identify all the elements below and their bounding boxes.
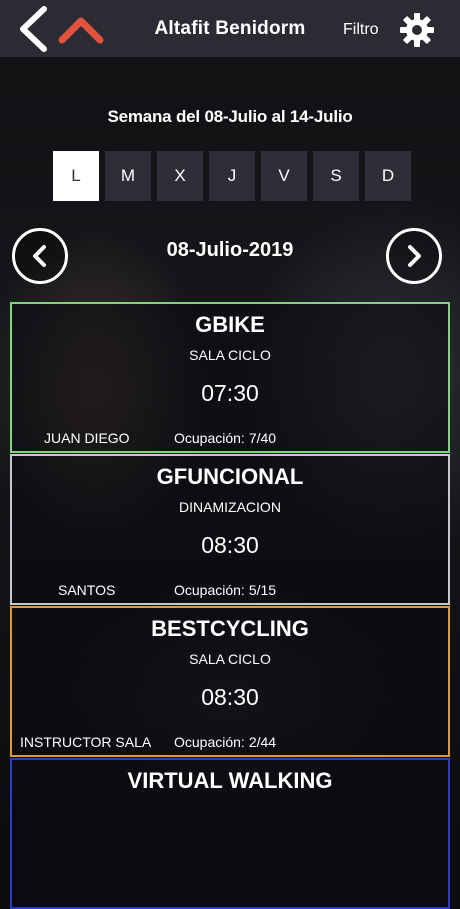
class-occupancy: Ocupación: 7/40 bbox=[174, 430, 276, 446]
class-card[interactable]: VIRTUAL WALKING bbox=[10, 758, 450, 909]
class-room: SALA CICLO bbox=[189, 651, 271, 667]
occupancy-value: 7/40 bbox=[248, 430, 277, 446]
class-time: 08:30 bbox=[201, 684, 259, 710]
class-room: SALA CICLO bbox=[189, 347, 271, 363]
class-time: 08:30 bbox=[201, 532, 259, 558]
next-day-button[interactable] bbox=[386, 228, 442, 284]
day-tab-l[interactable]: L bbox=[53, 151, 99, 201]
class-room: DINAMIZACION bbox=[179, 499, 281, 515]
class-name: GFUNCIONAL bbox=[156, 464, 304, 489]
current-date: 08-Julio-2019 bbox=[166, 239, 294, 261]
settings-button[interactable] bbox=[398, 11, 436, 49]
class-card[interactable]: GBIKE SALA CICLO 07:30 JUAN DIEGO Ocupac… bbox=[10, 302, 450, 453]
top-bar: Altafit Benidorm Filtro bbox=[0, 0, 460, 57]
class-instructor: SANTOS bbox=[58, 582, 116, 598]
gear-icon bbox=[400, 13, 434, 47]
occupancy-label: Ocupación: bbox=[174, 734, 245, 750]
day-tab-v[interactable]: V bbox=[261, 151, 307, 201]
class-instructor: JUAN DIEGO bbox=[44, 430, 130, 446]
gym-title: Altafit Benidorm bbox=[154, 18, 306, 39]
previous-day-button[interactable] bbox=[12, 228, 68, 284]
chevron-right-circle-icon bbox=[408, 245, 421, 267]
occupancy-label: Ocupación: bbox=[174, 582, 245, 598]
chevron-left-circle-icon bbox=[33, 245, 46, 267]
occupancy-value: 2/44 bbox=[248, 734, 277, 750]
occupancy-label: Ocupación: bbox=[174, 430, 245, 446]
class-name: BESTCYCLING bbox=[151, 616, 309, 641]
day-tab-x[interactable]: X bbox=[157, 151, 203, 201]
filter-button[interactable]: Filtro bbox=[343, 21, 379, 39]
back-button[interactable] bbox=[14, 5, 54, 53]
occupancy-value: 5/15 bbox=[248, 582, 277, 598]
week-range: Semana del 08-Julio al 14-Julio bbox=[107, 107, 353, 126]
day-tab-j[interactable]: J bbox=[209, 151, 255, 201]
day-tab-s[interactable]: S bbox=[313, 151, 359, 201]
class-card[interactable]: GFUNCIONAL DINAMIZACION 08:30 SANTOS Ocu… bbox=[10, 454, 450, 605]
class-occupancy: Ocupación: 2/44 bbox=[174, 734, 276, 750]
class-name: GBIKE bbox=[195, 312, 265, 337]
class-instructor: INSTRUCTOR SALA bbox=[20, 734, 152, 750]
day-tab-d[interactable]: D bbox=[365, 151, 411, 201]
day-tab-m[interactable]: M bbox=[105, 151, 151, 201]
class-card[interactable]: BESTCYCLING SALA CICLO 08:30 INSTRUCTOR … bbox=[10, 606, 450, 757]
class-occupancy: Ocupación: 5/15 bbox=[174, 582, 276, 598]
class-time: 07:30 bbox=[201, 380, 259, 406]
chevron-up-icon bbox=[58, 17, 104, 44]
class-name: VIRTUAL WALKING bbox=[127, 768, 333, 793]
collapse-button[interactable] bbox=[56, 12, 106, 46]
schedule-content: Semana del 08-Julio al 14-Julio L M X J … bbox=[0, 57, 460, 909]
chevron-left-icon bbox=[20, 6, 47, 52]
